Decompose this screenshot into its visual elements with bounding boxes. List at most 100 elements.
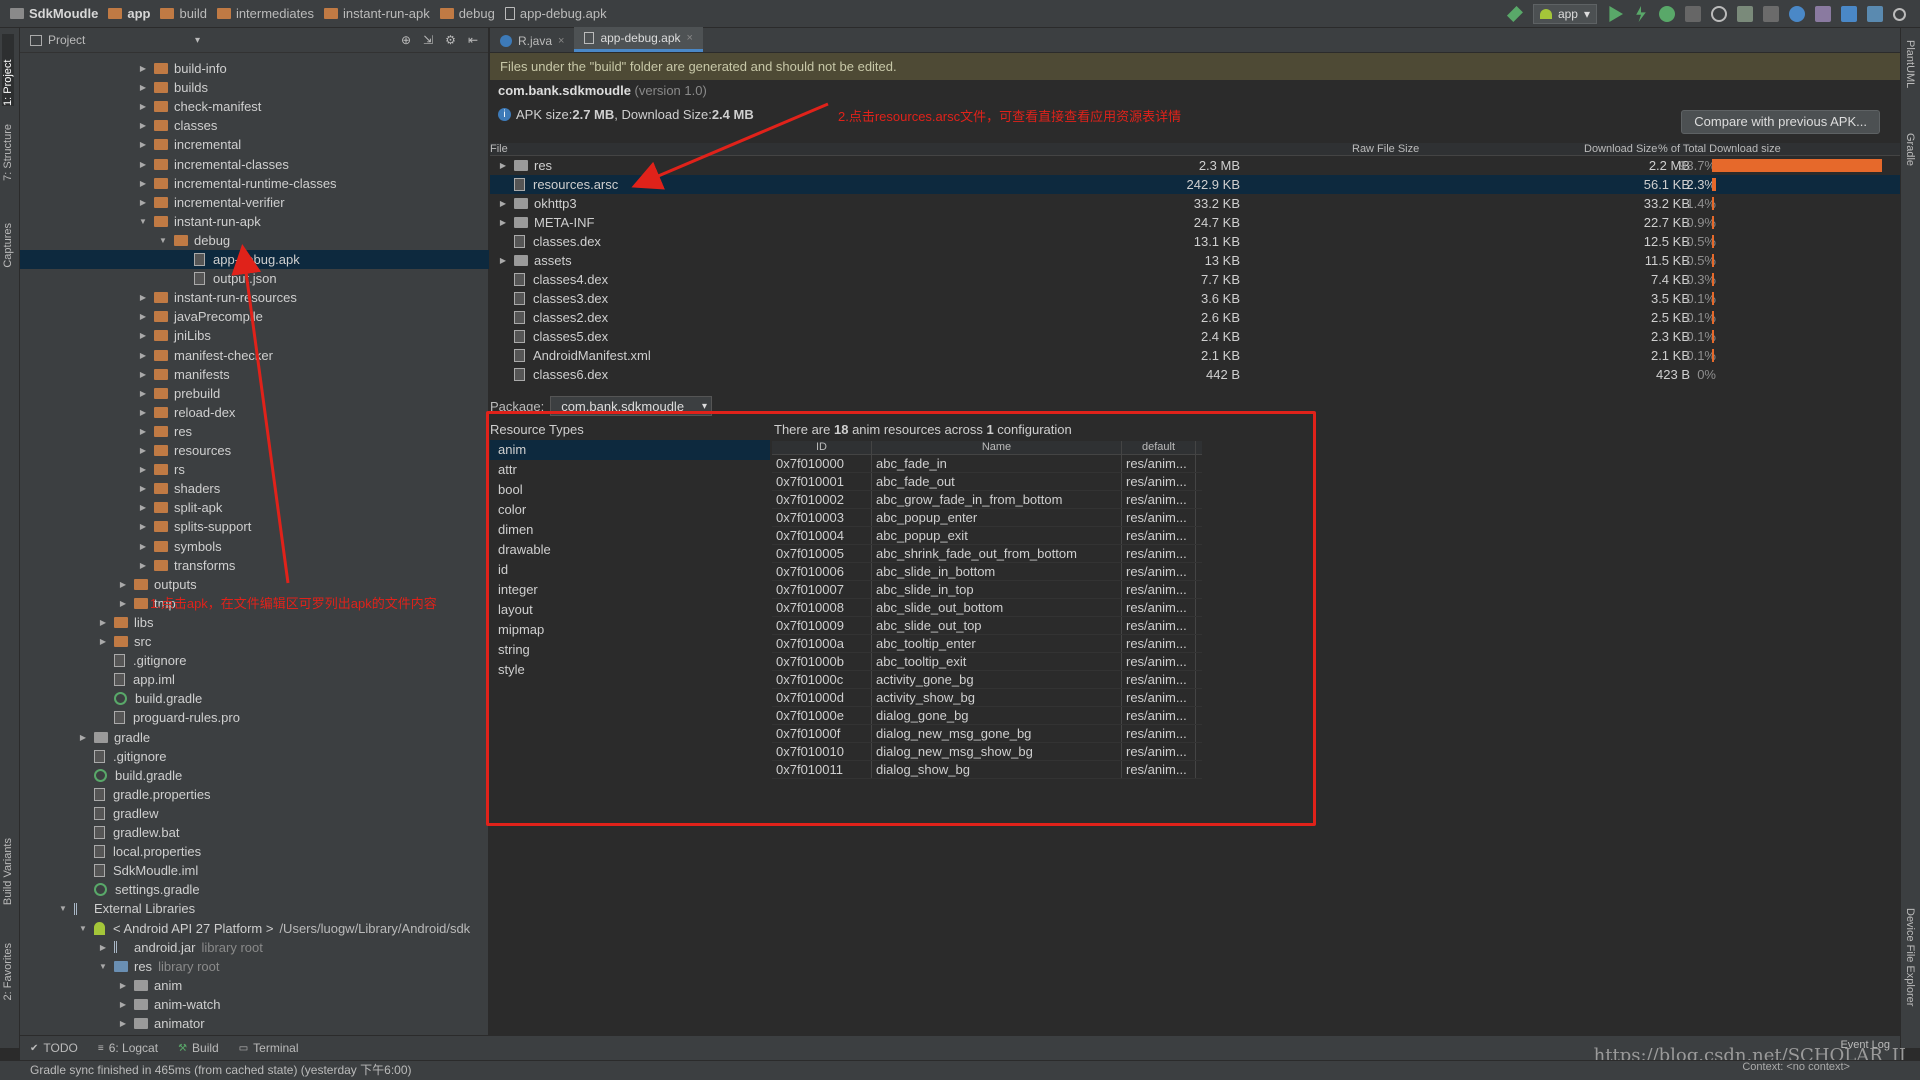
project-view-select[interactable]: Project xyxy=(48,33,85,47)
file-table-row[interactable]: ▶ META-INF 24.7 KB 22.7 KB 0.9% xyxy=(490,213,1900,232)
file-table-row[interactable]: resources.arsc 242.9 KB 56.1 KB 2.3% xyxy=(490,175,1900,194)
expand-right-icon[interactable]: ▶ xyxy=(138,307,148,326)
expand-right-icon[interactable]: ▶ xyxy=(138,460,148,479)
tree-node[interactable]: build.gradle xyxy=(98,689,202,708)
expand-right-icon[interactable]: ▶ xyxy=(78,728,88,747)
expand-right-icon[interactable]: ▶ xyxy=(138,135,148,154)
expand-right-icon[interactable]: ▶ xyxy=(138,441,148,460)
tree-node[interactable]: app.iml xyxy=(98,670,175,689)
expand-down-icon[interactable]: ▼ xyxy=(158,231,168,250)
expand-right-icon[interactable]: ▶ xyxy=(138,59,148,78)
tree-node[interactable]: ▶ symbols xyxy=(138,537,222,556)
tree-node[interactable]: ▶ shaders xyxy=(138,479,220,498)
expand-right-icon[interactable]: ▶ xyxy=(118,575,128,594)
build-tab[interactable]: ⚒ Build xyxy=(178,1041,219,1055)
expand-right-icon[interactable]: ▶ xyxy=(138,155,148,174)
tree-node[interactable]: ▶ split-apk xyxy=(138,498,223,517)
expand-right-icon[interactable]: ▶ xyxy=(138,174,148,193)
file-table-row[interactable]: classes3.dex 3.6 KB 3.5 KB 0.1% xyxy=(490,289,1900,308)
close-icon[interactable]: × xyxy=(558,35,564,47)
tree-node[interactable]: ▶ outputs xyxy=(118,575,197,594)
file-table-row[interactable]: ▶ okhttp3 33.2 KB 33.2 KB 1.4% xyxy=(490,194,1900,213)
file-table-row[interactable]: classes6.dex 442 B 423 B 0% xyxy=(490,365,1900,384)
tree-node[interactable]: ▶ android.jar library root xyxy=(98,938,263,957)
expand-right-icon[interactable]: ▶ xyxy=(138,498,148,517)
expand-right-icon[interactable]: ▶ xyxy=(118,976,128,995)
expand-right-icon[interactable]: ▶ xyxy=(138,422,148,441)
run-icon[interactable] xyxy=(1609,6,1623,22)
tree-node[interactable]: ▶ incremental-classes xyxy=(138,155,289,174)
col-file[interactable]: File xyxy=(490,143,508,155)
build-variants-tool-tab[interactable]: Build Variants xyxy=(2,838,14,905)
project-tool-tab[interactable]: 1: Project xyxy=(2,34,14,106)
tree-node[interactable]: ▶ transforms xyxy=(138,556,235,575)
tab-app-debug-apk[interactable]: app-debug.apk × xyxy=(574,27,703,52)
file-table-row[interactable]: classes.dex 13.1 KB 12.5 KB 0.5% xyxy=(490,232,1900,251)
stop-icon[interactable] xyxy=(1763,6,1779,22)
tree-node[interactable]: ▶ incremental xyxy=(138,135,241,154)
captures-tool-tab[interactable]: Captures xyxy=(2,223,14,268)
run-config-select[interactable]: app ▾ xyxy=(1532,4,1597,24)
plantuml-tool-tab[interactable]: PlantUML xyxy=(1904,40,1916,88)
device-file-explorer-tool-tab[interactable]: Device File Explorer xyxy=(1904,908,1916,1006)
coverage-icon[interactable] xyxy=(1685,6,1701,22)
gradle-tool-tab[interactable]: Gradle xyxy=(1904,133,1916,166)
tree-node[interactable]: ▶ manifests xyxy=(138,365,230,384)
breadcrumb-item[interactable]: instant-run-apk xyxy=(323,6,430,21)
tree-node[interactable]: SdkMoudle.iml xyxy=(78,861,198,880)
tree-node[interactable]: local.properties xyxy=(78,842,201,861)
favorites-tool-tab[interactable]: 2: Favorites xyxy=(2,943,14,1000)
expand-right-icon[interactable]: ▶ xyxy=(498,251,508,270)
tree-node[interactable]: app-debug.apk xyxy=(20,250,489,269)
expand-right-icon[interactable]: ▶ xyxy=(138,517,148,536)
expand-right-icon[interactable]: ▶ xyxy=(98,613,108,632)
debug-icon[interactable] xyxy=(1659,6,1675,22)
tree-node[interactable]: settings.gradle xyxy=(78,880,200,899)
breadcrumb-item[interactable]: debug xyxy=(439,6,495,21)
tree-node[interactable]: ▼ < Android API 27 Platform > /Users/luogw… xyxy=(78,919,470,938)
expand-right-icon[interactable]: ▶ xyxy=(98,938,108,957)
profile-icon[interactable] xyxy=(1711,6,1727,22)
expand-right-icon[interactable]: ▶ xyxy=(118,594,128,613)
expand-right-icon[interactable]: ▶ xyxy=(138,537,148,556)
expand-right-icon[interactable]: ▶ xyxy=(138,365,148,384)
tree-node[interactable]: ▶ animator xyxy=(118,1014,205,1033)
tree-node[interactable]: gradlew.bat xyxy=(78,823,180,842)
tree-node[interactable]: ▶ anim-watch xyxy=(118,995,221,1014)
structure-tool-tab[interactable]: 7: Structure xyxy=(2,124,14,181)
file-table-row[interactable]: AndroidManifest.xml 2.1 KB 2.1 KB 0.1% xyxy=(490,346,1900,365)
expand-right-icon[interactable]: ▶ xyxy=(118,995,128,1014)
todo-tab[interactable]: ✔ TODO xyxy=(30,1041,78,1055)
tree-node[interactable]: ▼ instant-run-apk xyxy=(138,212,261,231)
terminal-tab[interactable]: ▭ Terminal xyxy=(239,1041,299,1055)
tree-node[interactable]: ▼ External Libraries xyxy=(58,899,195,918)
expand-right-icon[interactable]: ▶ xyxy=(138,479,148,498)
breadcrumb-item[interactable]: SdkMoudle xyxy=(10,6,98,21)
expand-right-icon[interactable]: ▶ xyxy=(498,194,508,213)
expand-right-icon[interactable]: ▶ xyxy=(98,632,108,651)
hide-icon[interactable]: ⇤ xyxy=(468,33,478,47)
tree-node[interactable]: ▶ check-manifest xyxy=(138,97,262,116)
tree-node[interactable]: ▶ incremental-verifier xyxy=(138,193,285,212)
tree-node[interactable]: ▶ classes xyxy=(138,116,217,135)
tree-node[interactable]: ▶ prebuild xyxy=(138,384,220,403)
tree-node[interactable]: gradlew xyxy=(78,804,159,823)
tree-node[interactable]: ▶ reload-dex xyxy=(138,403,236,422)
compare-apk-button[interactable]: Compare with previous APK... xyxy=(1681,110,1880,134)
tree-node[interactable]: ▶ src xyxy=(98,632,151,651)
expand-down-icon[interactable]: ▼ xyxy=(98,957,108,976)
col-percent[interactable]: % of Total Download size xyxy=(1658,143,1781,155)
tab-r-java[interactable]: R.java × xyxy=(490,30,574,52)
col-raw-size[interactable]: Raw File Size xyxy=(1352,143,1419,155)
breadcrumb-item[interactable]: app-debug.apk xyxy=(504,6,607,21)
tree-node[interactable]: ▼ debug xyxy=(158,231,230,250)
breadcrumb-item[interactable]: app xyxy=(108,6,150,21)
tree-node[interactable]: ▶ rs xyxy=(138,460,185,479)
expand-right-icon[interactable]: ▶ xyxy=(138,326,148,345)
expand-down-icon[interactable]: ▼ xyxy=(78,919,88,938)
tree-node[interactable]: ▶ res xyxy=(138,422,192,441)
tree-node[interactable]: ▶ splits-support xyxy=(138,517,251,536)
tree-node[interactable]: ▶ manifest-checker xyxy=(138,346,273,365)
search-icon[interactable] xyxy=(1893,7,1906,21)
close-icon[interactable]: × xyxy=(687,32,693,44)
